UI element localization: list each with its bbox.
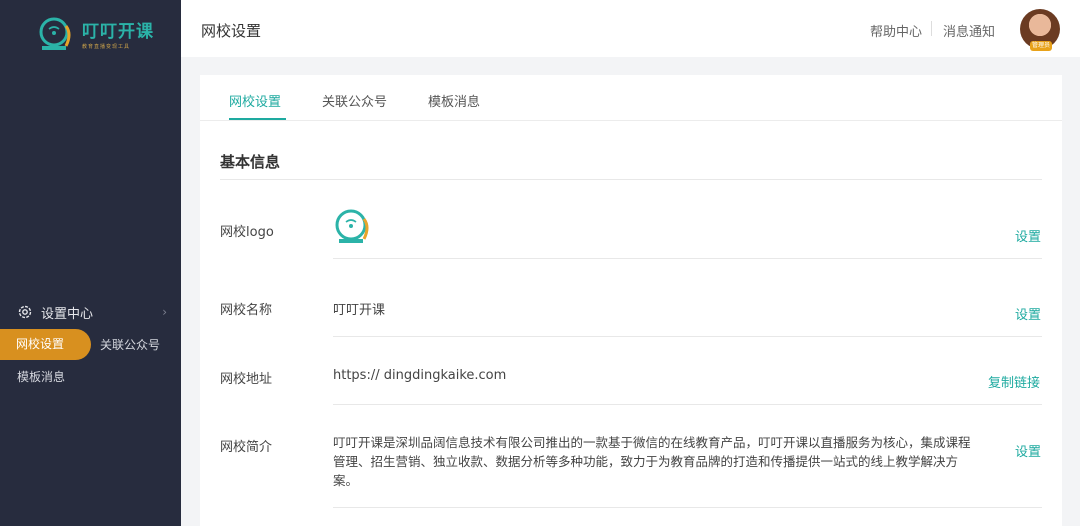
- sidebar-item-template-messages[interactable]: 模板消息: [17, 368, 65, 385]
- school-intro-value: 叮叮开课是深圳品阔信息技术有限公司推出的一款基于微信的在线教育产品，叮叮开课以直…: [333, 435, 971, 488]
- brand-name: 叮叮开课: [82, 21, 154, 42]
- tab-template-messages[interactable]: 模板消息: [428, 91, 480, 110]
- school-logo-image: [335, 209, 369, 243]
- divider: [333, 404, 1042, 405]
- logo-label: 网校logo: [220, 225, 274, 240]
- sidebar-item-linked-account[interactable]: 关联公众号: [100, 336, 160, 353]
- divider: [333, 336, 1042, 337]
- copy-link-button[interactable]: 复制链接: [988, 372, 1040, 391]
- school-intro-label: 网校简介: [220, 440, 273, 455]
- gear-icon: [18, 305, 32, 319]
- tab-school-settings[interactable]: 网校设置: [229, 91, 281, 110]
- school-name-value: 叮叮开课: [333, 303, 386, 318]
- tab-linked-account[interactable]: 关联公众号: [322, 91, 387, 110]
- active-tab-indicator: [229, 118, 286, 120]
- tab-bar: 网校设置 关联公众号 模板消息: [200, 75, 1062, 121]
- divider: [333, 507, 1042, 508]
- school-address-value: https:// dingdingkaike.com: [333, 368, 507, 383]
- divider: [333, 258, 1042, 259]
- school-name-label: 网校名称: [220, 303, 273, 318]
- notifications-link[interactable]: 消息通知: [943, 21, 995, 40]
- topbar-divider: [931, 21, 932, 36]
- chevron-right-icon: ›: [162, 305, 167, 319]
- section-title: 基本信息: [220, 153, 281, 171]
- set-logo-button[interactable]: 设置: [1015, 226, 1041, 245]
- divider: [220, 179, 1042, 180]
- settings-center-menu[interactable]: 设置中心 ›: [17, 302, 167, 322]
- settings-center-label: 设置中心: [41, 306, 94, 322]
- bell-logo-icon: [39, 17, 71, 50]
- brand-tagline: 教育直播变现工具: [82, 43, 131, 50]
- set-name-button[interactable]: 设置: [1015, 304, 1041, 323]
- topbar: 网校设置 帮助中心 消息通知 管理员: [181, 0, 1080, 57]
- sidebar: 叮叮开课 教育直播变现工具 设置中心 › 网校设置 关联公众号 模板消息: [0, 0, 181, 526]
- settings-card: 网校设置 关联公众号 模板消息 基本信息 网校logo 设置 网校名称 叮叮开课…: [200, 75, 1062, 526]
- help-center-link[interactable]: 帮助中心: [870, 21, 922, 40]
- school-address-label: 网校地址: [220, 372, 273, 387]
- sidebar-item-school-settings[interactable]: 网校设置: [0, 329, 91, 360]
- page-title: 网校设置: [201, 22, 262, 40]
- role-badge: 管理员: [1030, 41, 1052, 51]
- set-intro-button[interactable]: 设置: [1015, 441, 1041, 460]
- brand-logo[interactable]: 叮叮开课 教育直播变现工具: [36, 16, 154, 56]
